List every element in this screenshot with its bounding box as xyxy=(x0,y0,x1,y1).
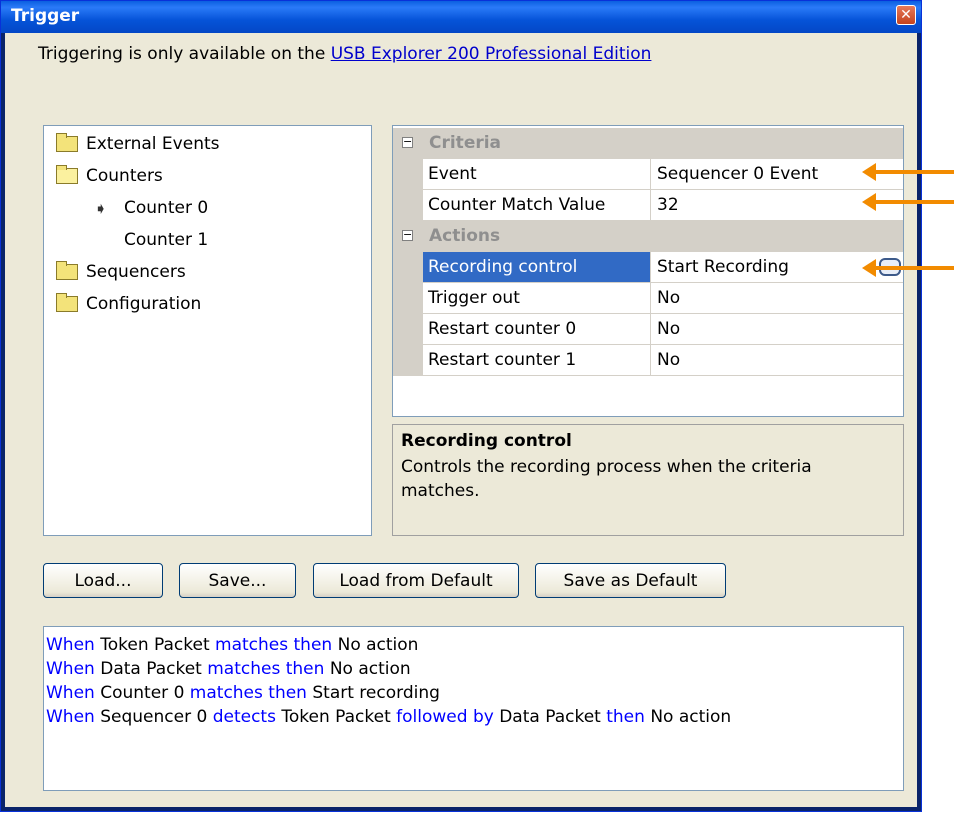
tree-item-label: Counter 0 xyxy=(124,198,209,218)
collapse-icon[interactable]: − xyxy=(402,136,413,148)
property-row-restart-counter-0[interactable]: Restart counter 0 No xyxy=(393,314,903,345)
property-grid[interactable]: − Criteria Event Sequencer 0 Event Count… xyxy=(392,125,904,417)
edition-notice-text: Triggering is only available on the xyxy=(38,44,331,64)
arrow-right-icon: ➧ xyxy=(94,198,108,218)
close-icon: ✕ xyxy=(900,7,912,23)
close-button[interactable]: ✕ xyxy=(896,5,916,25)
edition-link[interactable]: USB Explorer 200 Professional Edition xyxy=(331,44,652,64)
description-title: Recording control xyxy=(401,431,572,451)
log-keyword: matches then xyxy=(189,683,307,703)
tree-item-label: Configuration xyxy=(86,294,202,314)
category-label: Criteria xyxy=(429,133,502,153)
log-line: When Data Packet matches then No action xyxy=(46,657,901,681)
save-as-default-button[interactable]: Save as Default xyxy=(535,563,726,598)
log-keyword: detects xyxy=(212,707,276,727)
folder-icon xyxy=(56,133,78,152)
tree-item-counter-1[interactable]: Counter 1 xyxy=(124,228,208,252)
annotation-arrow-icon xyxy=(862,259,954,277)
property-value[interactable]: No xyxy=(651,345,903,376)
property-name: Trigger out xyxy=(423,283,651,314)
log-keyword: When xyxy=(46,683,95,703)
log-text: Counter 0 xyxy=(94,683,190,703)
tree-item-external-events[interactable]: External Events xyxy=(56,132,220,156)
property-row-trigger-out[interactable]: Trigger out No xyxy=(393,283,903,314)
log-line: When Sequencer 0 detects Token Packet fo… xyxy=(46,705,901,729)
log-text: Token Packet xyxy=(94,635,216,655)
log-keyword: matches then xyxy=(207,659,325,679)
annotation-arrow-icon xyxy=(862,193,954,211)
folder-open-icon xyxy=(56,165,78,184)
property-name: Event xyxy=(423,159,651,190)
log-text: Token Packet xyxy=(275,707,397,727)
category-criteria[interactable]: − Criteria xyxy=(393,128,903,159)
tree-item-label: External Events xyxy=(86,134,220,154)
log-text: Data Packet xyxy=(493,707,607,727)
property-value[interactable]: No xyxy=(651,283,903,314)
folder-icon xyxy=(56,261,78,280)
tree-item-label: Counter 1 xyxy=(124,230,209,250)
trigger-summary-log[interactable]: When Token Packet matches then No action… xyxy=(43,626,904,791)
row-gutter xyxy=(393,190,423,221)
property-row-recording-control[interactable]: Recording control Start Recording xyxy=(393,252,903,283)
tree-item-counter-0[interactable]: ➧ Counter 0 xyxy=(94,196,208,220)
property-value[interactable]: No xyxy=(651,314,903,345)
log-line: When Counter 0 matches then Start record… xyxy=(46,681,901,705)
row-gutter xyxy=(393,314,423,345)
log-text: Start recording xyxy=(306,683,440,703)
log-keyword: When xyxy=(46,659,95,679)
tree-item-counters[interactable]: Counters xyxy=(56,164,163,188)
property-name: Restart counter 1 xyxy=(423,345,651,376)
log-text: No action xyxy=(324,659,411,679)
property-description-panel: Recording control Controls the recording… xyxy=(392,424,904,536)
folder-icon xyxy=(56,293,78,312)
property-name: Restart counter 0 xyxy=(423,314,651,345)
property-value-text: Start Recording xyxy=(657,257,789,277)
tree-item-configuration[interactable]: Configuration xyxy=(56,292,201,316)
log-text: No action xyxy=(332,635,419,655)
row-gutter xyxy=(393,252,423,283)
annotation-arrow-icon xyxy=(862,163,954,181)
category-actions[interactable]: − Actions xyxy=(393,221,903,252)
title-bar[interactable]: Trigger ✕ xyxy=(1,1,921,33)
log-keyword: When xyxy=(46,707,95,727)
category-label: Actions xyxy=(429,226,501,246)
row-gutter xyxy=(393,159,423,190)
property-name: Recording control xyxy=(423,252,651,283)
load-button[interactable]: Load... xyxy=(43,563,163,598)
row-gutter xyxy=(393,345,423,376)
log-keyword: followed by xyxy=(396,707,494,727)
tree-item-sequencers[interactable]: Sequencers xyxy=(56,260,186,284)
load-from-default-button[interactable]: Load from Default xyxy=(313,563,519,598)
save-button[interactable]: Save... xyxy=(179,563,296,598)
property-name: Counter Match Value xyxy=(423,190,651,221)
property-row-counter-match-value[interactable]: Counter Match Value 32 xyxy=(393,190,903,221)
trigger-tree[interactable]: External Events Counters ➧ Counter 0 Cou… xyxy=(43,125,372,536)
property-row-restart-counter-1[interactable]: Restart counter 1 No xyxy=(393,345,903,376)
property-row-event[interactable]: Event Sequencer 0 Event xyxy=(393,159,903,190)
row-gutter xyxy=(393,283,423,314)
log-text: No action xyxy=(644,707,732,727)
collapse-icon[interactable]: − xyxy=(402,229,413,241)
log-keyword: then xyxy=(606,707,645,727)
tree-item-label: Sequencers xyxy=(86,262,186,282)
tree-item-label: Counters xyxy=(86,166,163,186)
window-title: Trigger xyxy=(11,6,80,26)
log-keyword: matches then xyxy=(215,635,333,655)
log-keyword: When xyxy=(46,635,95,655)
edition-notice: Triggering is only available on the USB … xyxy=(38,44,651,64)
description-text: Controls the recording process when the … xyxy=(401,457,812,501)
log-line: When Token Packet matches then No action xyxy=(46,633,901,657)
log-text: Sequencer 0 xyxy=(94,707,213,727)
log-text: Data Packet xyxy=(94,659,208,679)
